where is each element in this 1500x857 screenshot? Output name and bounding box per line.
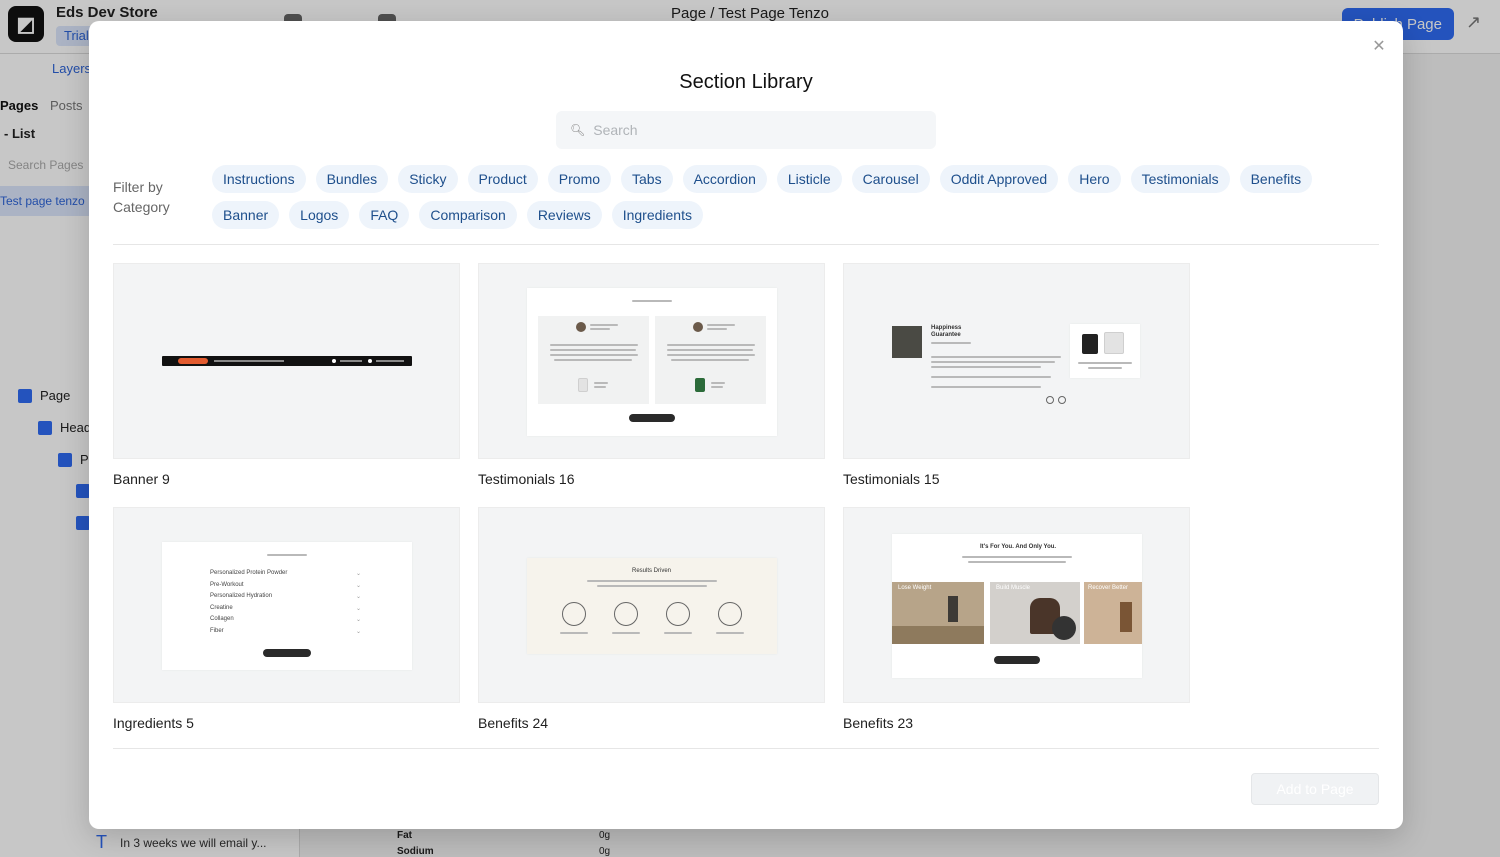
ingredient-row: Pre-Workout ⌄ <box>210 582 362 589</box>
category-chip[interactable]: Tabs <box>621 165 673 193</box>
category-chip[interactable]: Instructions <box>212 165 306 193</box>
ingredient-row: Personalized Hydration ⌄ <box>210 593 362 600</box>
ingredient-row: Creatine ⌄ <box>210 605 362 612</box>
modal-title: Section Library <box>679 71 813 93</box>
category-chip[interactable]: Testimonials <box>1130 165 1230 193</box>
section-card-ingredients-5[interactable]: Personalized Protein Powder ⌄ Pre-Workout… <box>113 507 460 751</box>
section-card-testimonials-15[interactable]: Happiness Guarantee Testimonials 15 <box>843 263 1190 507</box>
category-filter: Instructions Bundles Sticky Product Prom… <box>212 165 1372 229</box>
banner-preview <box>162 356 412 366</box>
category-chip[interactable]: Listicle <box>776 165 842 193</box>
section-card-benefits-24[interactable]: Results Driven Benefits 24 <box>478 507 825 751</box>
category-chip[interactable]: Ingredients <box>611 201 703 229</box>
preview-text: Lose Weight <box>898 585 932 591</box>
section-thumbnail <box>113 263 460 459</box>
category-chip[interactable]: Comparison <box>419 201 517 229</box>
divider <box>113 244 1379 245</box>
section-name: Testimonials 16 <box>478 471 575 487</box>
divider <box>113 748 1379 749</box>
section-card-benefits-23[interactable]: It's For You. And Only You. Lose Weight … <box>843 507 1190 751</box>
section-name: Benefits 24 <box>478 715 549 731</box>
category-chip[interactable]: Banner <box>212 201 280 229</box>
ingredient-row: Fiber ⌄ <box>210 628 362 635</box>
section-name: Ingredients 5 <box>113 715 194 731</box>
close-icon[interactable]: ✕ <box>1369 37 1389 57</box>
category-chip[interactable]: Benefits <box>1239 165 1313 193</box>
section-name: Banner 9 <box>113 471 170 487</box>
section-library-modal: ✕ Section Library 🔍︎ Filter by Category … <box>89 21 1403 829</box>
category-chip[interactable]: Product <box>467 165 538 193</box>
search-input[interactable] <box>593 122 914 138</box>
filter-label: Filter by Category <box>113 179 170 215</box>
category-chip[interactable]: Reviews <box>526 201 602 229</box>
search-bar: 🔍︎ <box>556 111 936 149</box>
search-icon: 🔍︎ <box>570 123 586 137</box>
preview-text: It's For You. And Only You. <box>980 544 1057 550</box>
section-thumbnail: Personalized Protein Powder ⌄ Pre-Workout… <box>113 507 460 703</box>
preview-text: Recover Better <box>1088 585 1129 591</box>
category-chip[interactable]: FAQ <box>359 201 410 229</box>
section-thumbnail <box>478 263 825 459</box>
preview-sheet <box>527 288 777 436</box>
section-grid: Banner 9 Testimonials 16 Happiness Guara… <box>113 263 1193 751</box>
section-name: Benefits 23 <box>843 715 914 731</box>
add-to-page-button[interactable]: Add to Page <box>1251 773 1379 805</box>
category-chip[interactable]: Promo <box>547 165 612 193</box>
preview-text: Results Driven <box>632 568 672 574</box>
category-chip[interactable]: Logos <box>289 201 350 229</box>
preview-text: Build Muscle <box>996 585 1031 591</box>
category-chip[interactable]: Bundles <box>315 165 389 193</box>
category-chip[interactable]: Accordion <box>682 165 767 193</box>
preview-text: Guarantee <box>931 332 961 338</box>
category-chip[interactable]: Sticky <box>398 165 458 193</box>
category-chip[interactable]: Oddit Approved <box>939 165 1059 193</box>
ingredient-row: Personalized Protein Powder ⌄ <box>210 570 362 577</box>
section-thumbnail: It's For You. And Only You. Lose Weight … <box>843 507 1190 703</box>
category-chip[interactable]: Hero <box>1068 165 1121 193</box>
section-card-banner-9[interactable]: Banner 9 <box>113 263 460 507</box>
section-thumbnail: Happiness Guarantee <box>843 263 1190 459</box>
preview-text: Happiness <box>931 325 962 331</box>
section-thumbnail: Results Driven <box>478 507 825 703</box>
section-card-testimonials-16[interactable]: Testimonials 16 <box>478 263 825 507</box>
ingredient-row: Collagen ⌄ <box>210 616 362 623</box>
category-chip[interactable]: Carousel <box>851 165 930 193</box>
section-name: Testimonials 15 <box>843 471 940 487</box>
